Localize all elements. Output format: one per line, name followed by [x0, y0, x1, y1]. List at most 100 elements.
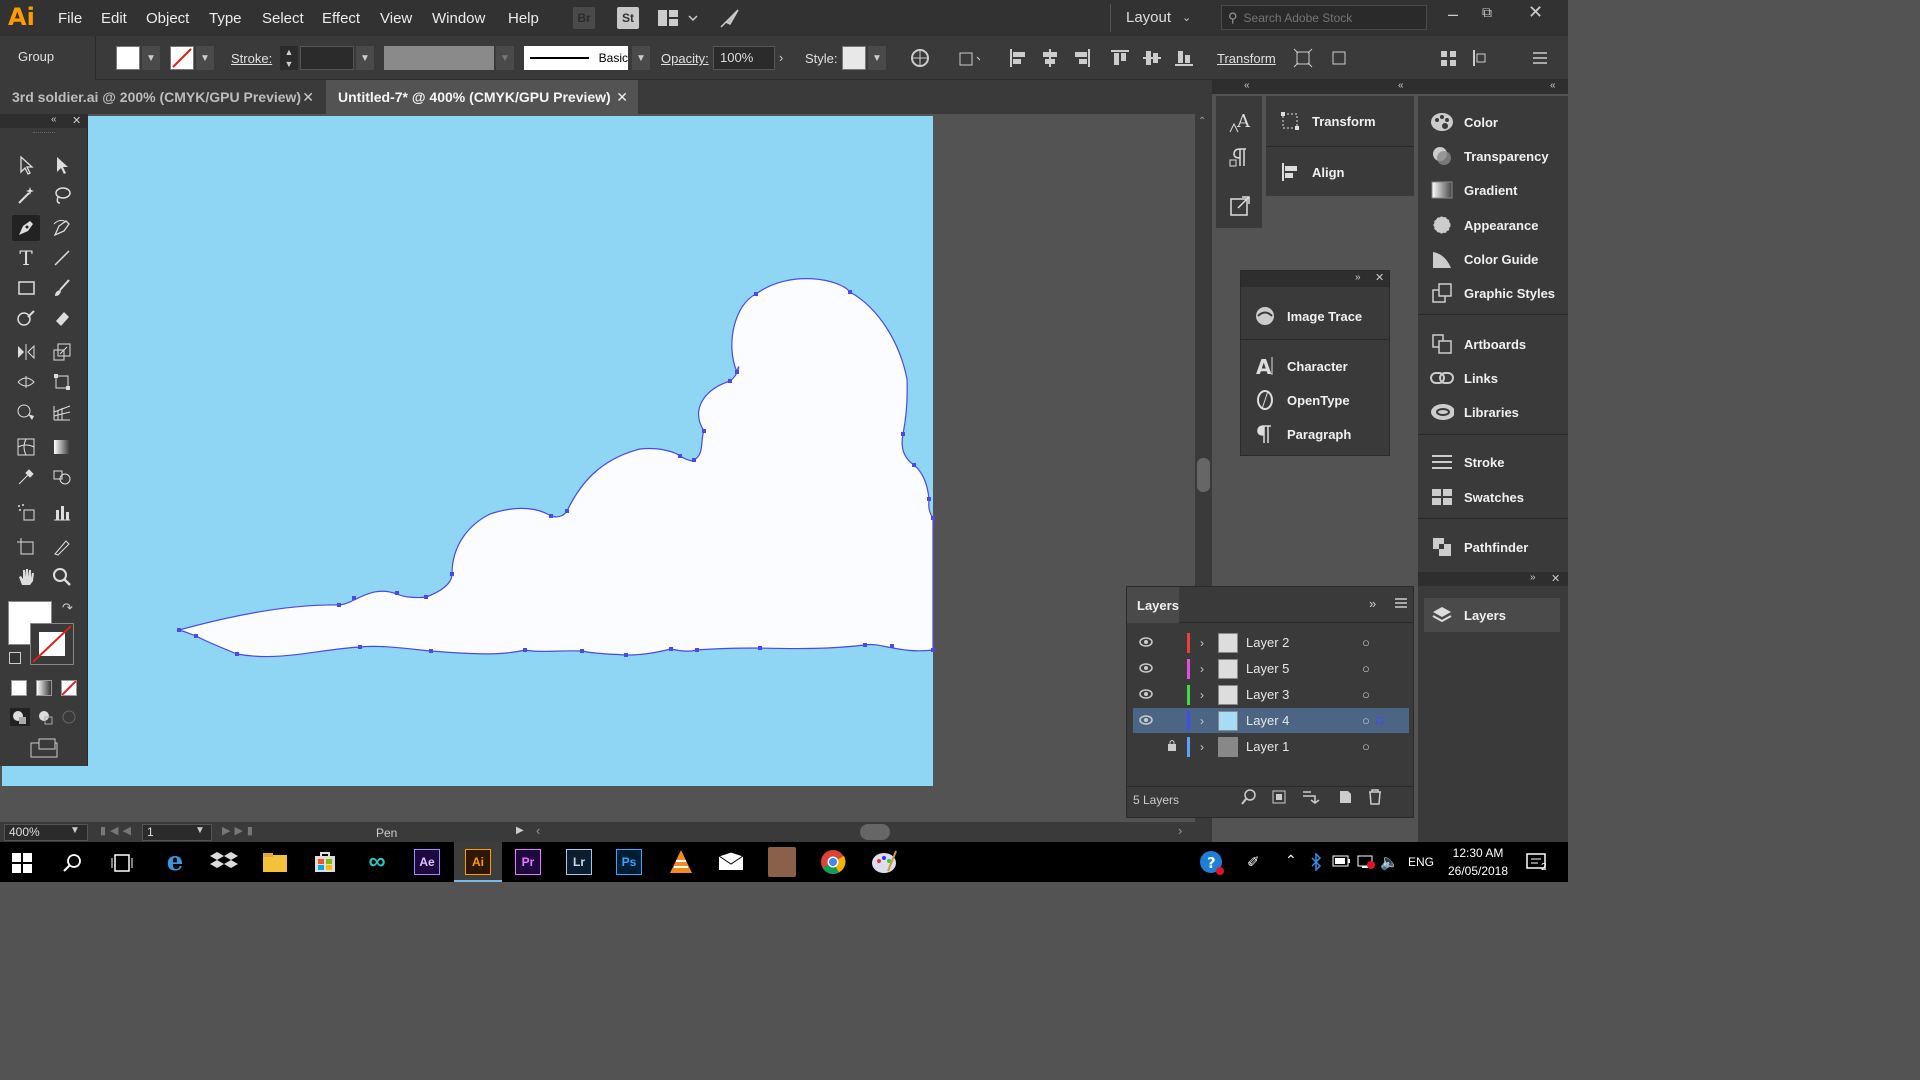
last-artboard-icon[interactable]: ▶▶▮: [222, 824, 257, 837]
arrange-documents-icon[interactable]: [657, 9, 699, 30]
scroll-left-icon[interactable]: ‹: [536, 823, 540, 838]
collapse-icon[interactable]: «: [1244, 80, 1250, 91]
chevron-right-icon[interactable]: ›: [1200, 662, 1204, 676]
control-menu-icon[interactable]: [1529, 47, 1551, 69]
panel-align[interactable]: Align: [1278, 155, 1408, 189]
chrome-icon[interactable]: [820, 849, 846, 878]
workspace-switcher[interactable]: Layout: [1126, 9, 1171, 26]
clock[interactable]: 12:30 AM 26/05/2018: [1446, 846, 1510, 878]
search-icon[interactable]: [62, 852, 84, 877]
gradient-tool-icon[interactable]: [48, 434, 76, 460]
symbol-sprayer-tool-icon[interactable]: [12, 499, 40, 525]
menu-file[interactable]: File: [58, 10, 82, 27]
menu-object[interactable]: Object: [146, 10, 189, 27]
chevron-right-icon[interactable]: ›: [1200, 714, 1204, 728]
new-layer-icon[interactable]: [1337, 789, 1353, 808]
collapse-icon[interactable]: «: [51, 114, 57, 125]
align-right-icon[interactable]: [1071, 47, 1093, 69]
scroll-thumb[interactable]: [1197, 458, 1210, 492]
panel-color[interactable]: Color: [1430, 105, 1498, 139]
stroke-label[interactable]: Stroke:: [231, 51, 272, 66]
lightroom-icon[interactable]: Lr: [562, 845, 596, 879]
premiere-icon[interactable]: Pr: [511, 845, 545, 879]
chevron-right-icon[interactable]: ›: [1200, 740, 1204, 754]
puppet-warp-icon[interactable]: [1330, 47, 1352, 69]
align-top-icon[interactable]: [1109, 47, 1131, 69]
close-button[interactable]: ✕: [1528, 2, 1543, 23]
menu-select[interactable]: Select: [262, 10, 304, 27]
layer-name[interactable]: Layer 3: [1246, 687, 1362, 702]
stock-search[interactable]: ⚲: [1221, 5, 1427, 30]
dropbox-icon[interactable]: [210, 850, 238, 877]
chevron-right-icon[interactable]: ›: [1200, 688, 1204, 702]
blend-tool-icon[interactable]: [48, 464, 76, 490]
canvas[interactable]: ⌃: [0, 114, 1212, 822]
target-circle-icon[interactable]: ○: [1362, 661, 1370, 676]
panel-libraries[interactable]: Libraries: [1430, 395, 1519, 429]
eraser-tool-icon[interactable]: [48, 305, 76, 331]
close-icon[interactable]: ✕: [1375, 271, 1384, 284]
panel-links[interactable]: Links: [1430, 361, 1498, 395]
locate-object-icon[interactable]: [1241, 789, 1257, 808]
eye-icon[interactable]: [1139, 713, 1153, 728]
align-left-icon[interactable]: [1007, 47, 1029, 69]
draw-behind-icon[interactable]: [36, 708, 56, 729]
battery-icon[interactable]: [1332, 855, 1352, 870]
layer-row[interactable]: › Layer 3 ○: [1133, 682, 1409, 707]
screen-mode-icon[interactable]: [30, 738, 58, 761]
paint-app-icon[interactable]: [870, 849, 898, 878]
zoom-tool-icon[interactable]: [48, 564, 76, 590]
character-styles-icon[interactable]: A: [1228, 110, 1252, 137]
pen-tray-icon[interactable]: ✐: [1247, 853, 1260, 871]
layer-row[interactable]: › Layer 4 ○: [1133, 708, 1409, 733]
pen-tool-icon[interactable]: [12, 215, 40, 241]
expand-icon[interactable]: »: [1355, 272, 1361, 283]
panel-layers[interactable]: Layers: [1424, 598, 1560, 632]
restore-button[interactable]: ⧉: [1482, 4, 1492, 21]
status-menu-icon[interactable]: ▶: [516, 825, 524, 836]
new-sublayer-icon[interactable]: [1301, 789, 1321, 808]
panel-opentype[interactable]: OpenType: [1253, 383, 1383, 417]
swap-colors-icon[interactable]: ↷: [62, 600, 73, 616]
stroke-swatch[interactable]: [170, 46, 194, 70]
stroke-weight-field[interactable]: [300, 46, 354, 70]
help-tray-icon[interactable]: ?: [1199, 850, 1225, 879]
infinity-app-icon[interactable]: ∞: [360, 845, 394, 879]
export-icon[interactable]: [1228, 194, 1252, 221]
vlc-icon[interactable]: [668, 849, 694, 878]
panel-artboards[interactable]: Artboards: [1430, 327, 1526, 361]
free-transform-tool-icon[interactable]: [48, 369, 76, 395]
menu-type[interactable]: Type: [209, 10, 242, 27]
target-circle-icon[interactable]: ○: [1362, 635, 1370, 650]
panel-color-guide[interactable]: Color Guide: [1430, 242, 1538, 276]
column-graph-tool-icon[interactable]: [48, 499, 76, 525]
mail-icon[interactable]: [718, 851, 744, 874]
shaper-tool-icon[interactable]: [12, 305, 40, 331]
brush-dropdown[interactable]: ▼: [632, 46, 650, 70]
panel-transparency[interactable]: Transparency: [1430, 139, 1549, 173]
gradient-mode-button[interactable]: [36, 680, 52, 696]
hand-tool-icon[interactable]: [12, 564, 40, 590]
perspective-grid-tool-icon[interactable]: [48, 399, 76, 425]
layer-row[interactable]: › Layer 2 ○: [1133, 630, 1409, 655]
scale-tool-icon[interactable]: [48, 339, 76, 365]
menu-window[interactable]: Window: [432, 10, 485, 27]
menu-edit[interactable]: Edit: [101, 10, 127, 27]
fill-swatch[interactable]: [116, 46, 140, 70]
game-app-icon[interactable]: [768, 847, 796, 877]
align-bottom-icon[interactable]: [1173, 47, 1195, 69]
chevron-right-icon[interactable]: ›: [1200, 636, 1204, 650]
menu-effect[interactable]: Effect: [322, 10, 360, 27]
illustrator-icon[interactable]: Ai: [461, 845, 495, 879]
collapse-icon[interactable]: «: [1398, 80, 1404, 91]
layer-name[interactable]: Layer 5: [1246, 661, 1362, 676]
eye-icon[interactable]: [1139, 687, 1153, 702]
paragraph-styles-icon[interactable]: [1228, 146, 1252, 173]
lock-icon[interactable]: [1153, 739, 1179, 754]
menu-view[interactable]: View: [380, 10, 412, 27]
draw-inside-icon[interactable]: [60, 708, 80, 729]
network-icon[interactable]: [1356, 854, 1376, 873]
file-explorer-icon[interactable]: [262, 850, 288, 877]
graphic-style-swatch[interactable]: [842, 46, 866, 70]
line-tool-icon[interactable]: [48, 245, 76, 271]
